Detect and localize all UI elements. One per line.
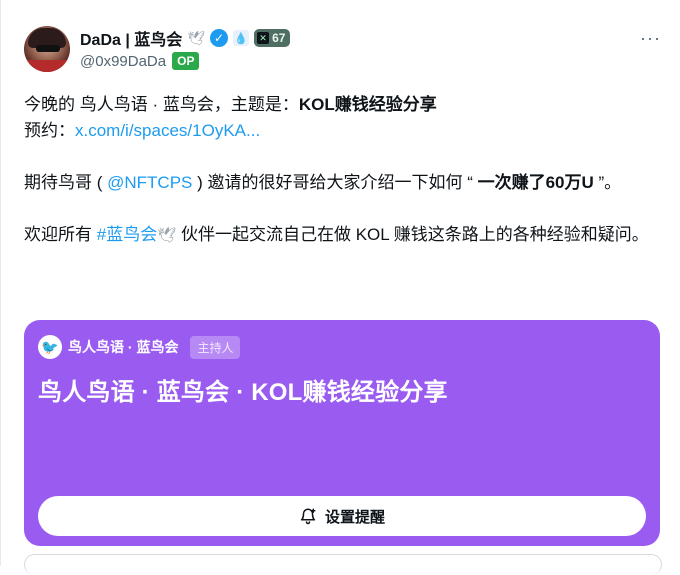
verified-check-icon[interactable]: ✓ <box>210 29 229 47</box>
topic-bold: KOL赚钱经验分享 <box>298 95 437 114</box>
author-name-row: DaDa | 蓝鸟会 🕊 ✓ 💧 ✕ 67 <box>80 26 291 50</box>
tweet-line-expect: 期待鸟哥 ( @NFTCPS ) 邀请的很好哥给大家介绍一下如何 “ 一次赚了6… <box>24 170 654 196</box>
more-options-icon[interactable]: ··· <box>640 28 661 49</box>
spaces-host-row: 🐦 鸟人鸟语 · 蓝鸟会 主持人 <box>38 334 241 360</box>
spaces-card[interactable]: 🐦 鸟人鸟语 · 蓝鸟会 主持人 鸟人鸟语 · 蓝鸟会 · KOL赚钱经验分享 … <box>24 320 660 546</box>
next-card-edge <box>24 554 662 575</box>
expect-suffix: ”。 <box>593 173 622 192</box>
booking-prefix: 预约： <box>24 121 75 140</box>
expect-prefix: 期待鸟哥 ( <box>24 173 108 192</box>
op-badge: OP <box>172 52 200 70</box>
bell-plus-icon <box>300 508 316 525</box>
x-logo-icon: ✕ <box>257 32 270 44</box>
welcome-prefix: 欢迎所有 <box>24 225 97 244</box>
x-score-count: 67 <box>272 31 286 45</box>
host-avatar-icon: 🐦 <box>38 335 62 359</box>
host-name: 鸟人鸟语 · 蓝鸟会 <box>68 339 179 355</box>
author-handle[interactable]: @0x99DaDa <box>80 53 166 70</box>
host-role-tag: 主持人 <box>190 335 241 359</box>
author-display-name[interactable]: DaDa | 蓝鸟会 <box>80 26 182 50</box>
tweet-line-booking: 预约：x.com/i/spaces/1OyKA... <box>24 118 654 144</box>
timeline-border <box>0 0 1 566</box>
spaces-title: 鸟人鸟语 · 蓝鸟会 · KOL赚钱经验分享 <box>38 379 448 406</box>
tweet-body: 今晚的 鸟人鸟语 · 蓝鸟会，主题是：KOL赚钱经验分享 预约：x.com/i/… <box>24 92 654 249</box>
spaces-link[interactable]: x.com/i/spaces/1OyKA... <box>75 121 260 140</box>
welcome-suffix: 伙伴一起交流自己在做 KOL 赚钱这条路上的各种经验和疑问。 <box>176 225 649 244</box>
topic-prefix: 今晚的 鸟人鸟语 · 蓝鸟会，主题是： <box>24 95 299 114</box>
expect-bold: 一次赚了60万U <box>477 173 594 192</box>
tweet-line-topic: 今晚的 鸟人鸟语 · 蓝鸟会，主题是：KOL赚钱经验分享 <box>24 92 654 118</box>
water-drop-icon[interactable]: 💧 <box>233 30 250 46</box>
expect-middle: ) 邀请的很好哥给大家介绍一下如何 “ <box>192 173 478 192</box>
author-handle-row: @0x99DaDa OP <box>80 50 200 72</box>
x-score-badge[interactable]: ✕ 67 <box>254 29 291 47</box>
bird-emoji-icon: 🕊 <box>157 227 177 244</box>
mention-link[interactable]: @NFTCPS <box>107 173 192 192</box>
set-reminder-button[interactable]: 设置提醒 <box>38 496 646 536</box>
hashtag-link[interactable]: #蓝鸟会 <box>97 225 157 244</box>
bird-emoji-icon: 🕊 <box>187 29 206 46</box>
author-avatar[interactable] <box>24 26 70 72</box>
tweet-line-welcome: 欢迎所有 #蓝鸟会🕊 伙伴一起交流自己在做 KOL 赚钱这条路上的各种经验和疑问… <box>24 222 654 249</box>
set-reminder-label: 设置提醒 <box>324 508 385 526</box>
